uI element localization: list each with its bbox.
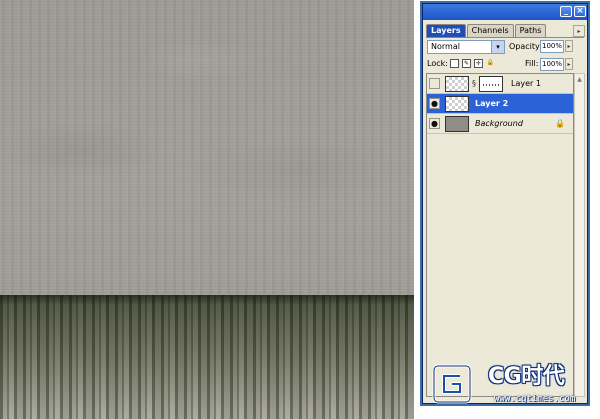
- layer-name: Background: [475, 119, 523, 128]
- canvas-edge: [414, 0, 422, 419]
- watermark-url: www.cgtimes.com: [494, 394, 576, 404]
- layer-name: Layer 2: [475, 99, 509, 108]
- palette-menu-button[interactable]: ▸: [573, 25, 585, 37]
- layer-name: Layer 1: [511, 79, 541, 88]
- fill-label: Fill:: [525, 59, 539, 68]
- brand-logo-icon: [432, 364, 472, 404]
- layer-thumbnail: [445, 76, 469, 92]
- visibility-toggle[interactable]: [429, 78, 440, 89]
- layer-list-scrollbar[interactable]: ▲: [574, 73, 585, 397]
- layer-row-layer-1[interactable]: § Layer 1: [427, 74, 573, 94]
- concrete-wall-texture: [0, 0, 414, 295]
- tab-channels[interactable]: Channels: [466, 24, 514, 37]
- moss-stain-texture: [0, 295, 414, 419]
- watermark: CG时代 www.cgtimes.com: [432, 358, 600, 419]
- layer-row-background[interactable]: ● Background 🔒: [427, 114, 573, 134]
- opacity-label: Opacity:: [509, 42, 542, 51]
- lock-transparency-icon[interactable]: [450, 59, 459, 68]
- palette-tabs: Layers Channels Paths: [426, 24, 547, 38]
- lock-position-icon[interactable]: ✛: [474, 59, 483, 68]
- fill-field[interactable]: 100%: [540, 58, 564, 71]
- lock-all-icon[interactable]: 🔒: [486, 59, 495, 68]
- layer-list: § Layer 1 ● Layer 2 ● Background 🔒: [426, 73, 574, 397]
- lock-label: Lock:: [427, 59, 448, 68]
- link-chain-icon[interactable]: §: [472, 79, 476, 88]
- blend-mode-value: Normal: [431, 42, 460, 51]
- fill-slider-toggle[interactable]: ▸: [565, 58, 573, 70]
- eye-icon[interactable]: ●: [429, 118, 440, 129]
- layer-row-layer-2[interactable]: ● Layer 2: [427, 94, 573, 114]
- opacity-slider-toggle[interactable]: ▸: [565, 40, 573, 52]
- lock-image-icon[interactable]: ✎: [462, 59, 471, 68]
- watermark-brand: CG时代: [488, 364, 565, 389]
- eye-icon[interactable]: ●: [429, 98, 440, 109]
- opacity-field[interactable]: 100%: [540, 40, 564, 53]
- tab-layers[interactable]: Layers: [426, 24, 466, 37]
- tab-divider: [426, 37, 584, 38]
- layer-mask-thumbnail[interactable]: [479, 76, 503, 92]
- layer-thumbnail: [445, 96, 469, 112]
- document-canvas[interactable]: [0, 0, 414, 419]
- scroll-up-icon[interactable]: ▲: [576, 76, 583, 84]
- layers-palette: _ × Layers Channels Paths ▸ Normal ▾ Opa…: [422, 3, 588, 404]
- blend-mode-select[interactable]: Normal ▾: [427, 40, 505, 54]
- palette-titlebar[interactable]: _ ×: [423, 4, 587, 20]
- tab-paths[interactable]: Paths: [514, 24, 547, 37]
- minimize-icon[interactable]: _: [560, 6, 572, 17]
- lock-icon: 🔒: [555, 119, 565, 128]
- layer-thumbnail: [445, 116, 469, 132]
- close-icon[interactable]: ×: [574, 6, 586, 17]
- chevron-down-icon[interactable]: ▾: [491, 41, 504, 53]
